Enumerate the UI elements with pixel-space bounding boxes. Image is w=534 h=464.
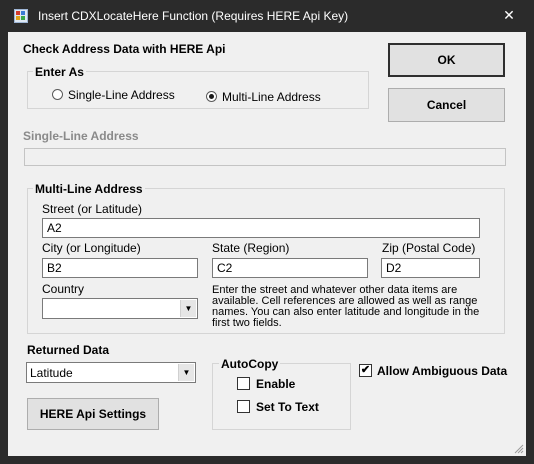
dialog-client-area: Check Address Data with HERE Api Enter A… bbox=[8, 32, 526, 456]
radio-selected-dot bbox=[209, 94, 214, 99]
single-line-address-label: Single-Line Address bbox=[23, 129, 139, 143]
page-heading: Check Address Data with HERE Api bbox=[23, 42, 226, 56]
window-title: Insert CDXLocateHere Function (Requires … bbox=[38, 9, 349, 23]
chevron-down-icon[interactable]: ▼ bbox=[178, 364, 194, 381]
multi-line-radio[interactable] bbox=[206, 91, 217, 102]
state-label: State (Region) bbox=[212, 241, 290, 255]
enable-label[interactable]: Enable bbox=[256, 377, 295, 391]
allow-ambiguous-checkbox[interactable]: ✔ bbox=[359, 364, 372, 377]
autocopy-label: AutoCopy bbox=[219, 357, 281, 371]
zip-input[interactable]: D2 bbox=[381, 258, 480, 278]
city-input[interactable]: B2 bbox=[42, 258, 198, 278]
help-text: Enter the street and whatever other data… bbox=[212, 285, 479, 329]
country-dropdown[interactable]: ▼ bbox=[42, 298, 198, 319]
street-input[interactable]: A2 bbox=[42, 218, 480, 238]
check-icon: ✔ bbox=[360, 364, 371, 376]
chevron-down-icon[interactable]: ▼ bbox=[180, 300, 196, 317]
multi-line-address-label: Multi-Line Address bbox=[33, 182, 145, 196]
title-bar[interactable]: Insert CDXLocateHere Function (Requires … bbox=[0, 0, 534, 32]
country-label: Country bbox=[42, 282, 85, 296]
cancel-button[interactable]: Cancel bbox=[388, 88, 505, 122]
close-button[interactable]: ✕ bbox=[492, 2, 526, 28]
returned-data-dropdown[interactable]: Latitude ▼ bbox=[26, 362, 196, 383]
enter-as-label: Enter As bbox=[33, 65, 86, 79]
single-line-address-input[interactable] bbox=[24, 148, 506, 166]
zip-label: Zip (Postal Code) bbox=[382, 241, 476, 255]
enable-checkbox[interactable] bbox=[237, 377, 250, 390]
single-line-radio[interactable] bbox=[52, 89, 63, 100]
set-to-text-checkbox[interactable] bbox=[237, 400, 250, 413]
multi-line-radio-label[interactable]: Multi-Line Address bbox=[222, 90, 321, 104]
allow-ambiguous-label[interactable]: Allow Ambiguous Data bbox=[377, 364, 507, 378]
street-label: Street (or Latitude) bbox=[42, 202, 143, 216]
single-line-radio-label[interactable]: Single-Line Address bbox=[68, 88, 175, 102]
resize-grip-icon[interactable] bbox=[512, 442, 524, 454]
returned-data-label: Returned Data bbox=[27, 343, 110, 357]
state-input[interactable]: C2 bbox=[212, 258, 368, 278]
here-api-settings-button[interactable]: HERE Api Settings bbox=[27, 398, 159, 430]
app-icon bbox=[14, 9, 28, 23]
set-to-text-label[interactable]: Set To Text bbox=[256, 400, 319, 414]
ok-button[interactable]: OK bbox=[388, 43, 505, 77]
help-line: first two fields. bbox=[212, 317, 282, 329]
dialog-window: Insert CDXLocateHere Function (Requires … bbox=[0, 0, 534, 464]
city-label: City (or Longitude) bbox=[42, 241, 141, 255]
returned-data-value: Latitude bbox=[30, 366, 73, 380]
autocopy-group bbox=[212, 363, 351, 430]
